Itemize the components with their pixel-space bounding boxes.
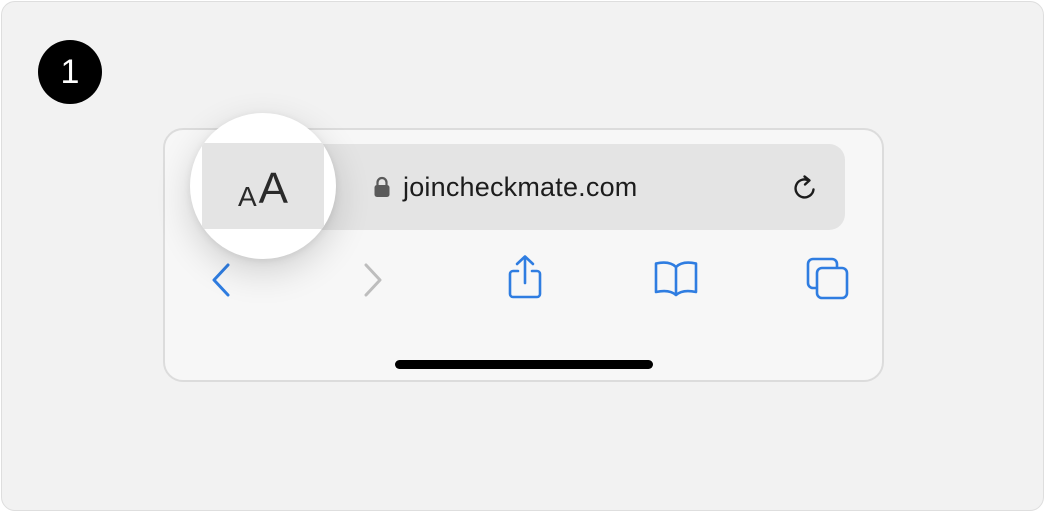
bookmarks-button[interactable] [651, 256, 701, 300]
book-icon [654, 261, 698, 297]
chevron-left-icon [212, 263, 230, 297]
text-size-large-a: A [258, 164, 289, 213]
text-size-button-magnifier[interactable]: A A [190, 113, 336, 259]
tabs-button[interactable] [803, 254, 853, 302]
forward-button[interactable] [353, 260, 393, 300]
back-button[interactable] [201, 260, 241, 300]
step-number-badge: 1 [38, 40, 102, 104]
url-text: joincheckmate.com [403, 171, 638, 202]
chevron-right-icon [364, 263, 382, 297]
text-size-small-a: A [237, 181, 257, 212]
url-group: joincheckmate.com [373, 144, 638, 230]
tabs-icon [806, 257, 849, 300]
share-button[interactable] [501, 252, 549, 302]
lock-icon [374, 176, 390, 197]
reload-icon[interactable] [789, 172, 821, 204]
share-icon [508, 255, 542, 299]
text-size-button[interactable]: A A [202, 143, 324, 229]
home-indicator [395, 360, 653, 369]
